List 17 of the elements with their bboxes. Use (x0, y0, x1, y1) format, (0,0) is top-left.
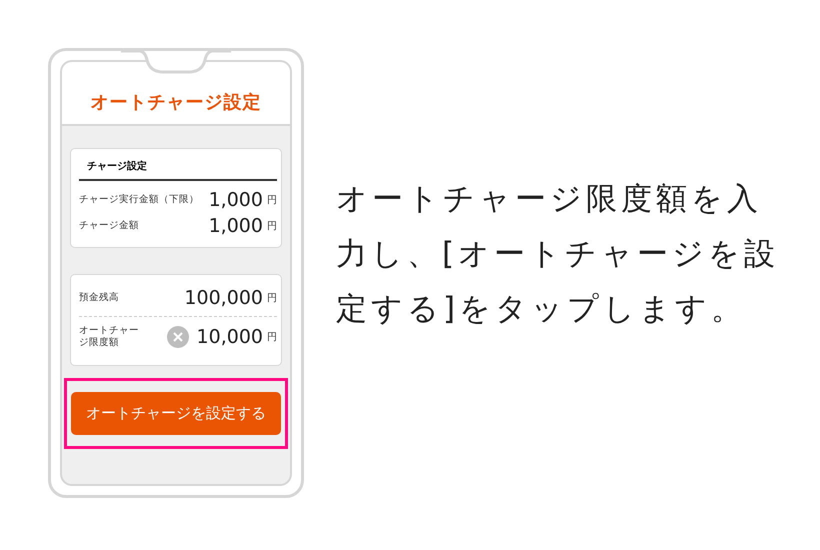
limit-input-field[interactable]: 10,000 (196, 326, 263, 348)
unit-label: 円 (267, 194, 277, 207)
amount-value: 1,000 (208, 215, 263, 237)
unit-label: 円 (267, 220, 277, 233)
amount-value: 1,000 (208, 189, 263, 211)
unit-label: 円 (267, 292, 277, 305)
row-label: オートチャージ限度額 (79, 325, 140, 350)
row-label: チャージ実行金額（下限） (79, 194, 199, 206)
unit-label: 円 (267, 331, 277, 344)
clear-icon[interactable] (166, 326, 189, 348)
screen-title: オートチャージ設定 (90, 91, 262, 114)
amount-value: 100,000 (184, 287, 263, 309)
row-label: チャージ金額 (79, 220, 139, 232)
card-heading: チャージ設定 (79, 153, 277, 181)
row-label: 預金残高 (79, 292, 119, 304)
instruction-text: オートチャージ限度額を入力し、[オートチャージを設定する]をタップします。 (336, 180, 780, 329)
set-auto-charge-button[interactable]: オートチャージを設定する (71, 392, 281, 435)
